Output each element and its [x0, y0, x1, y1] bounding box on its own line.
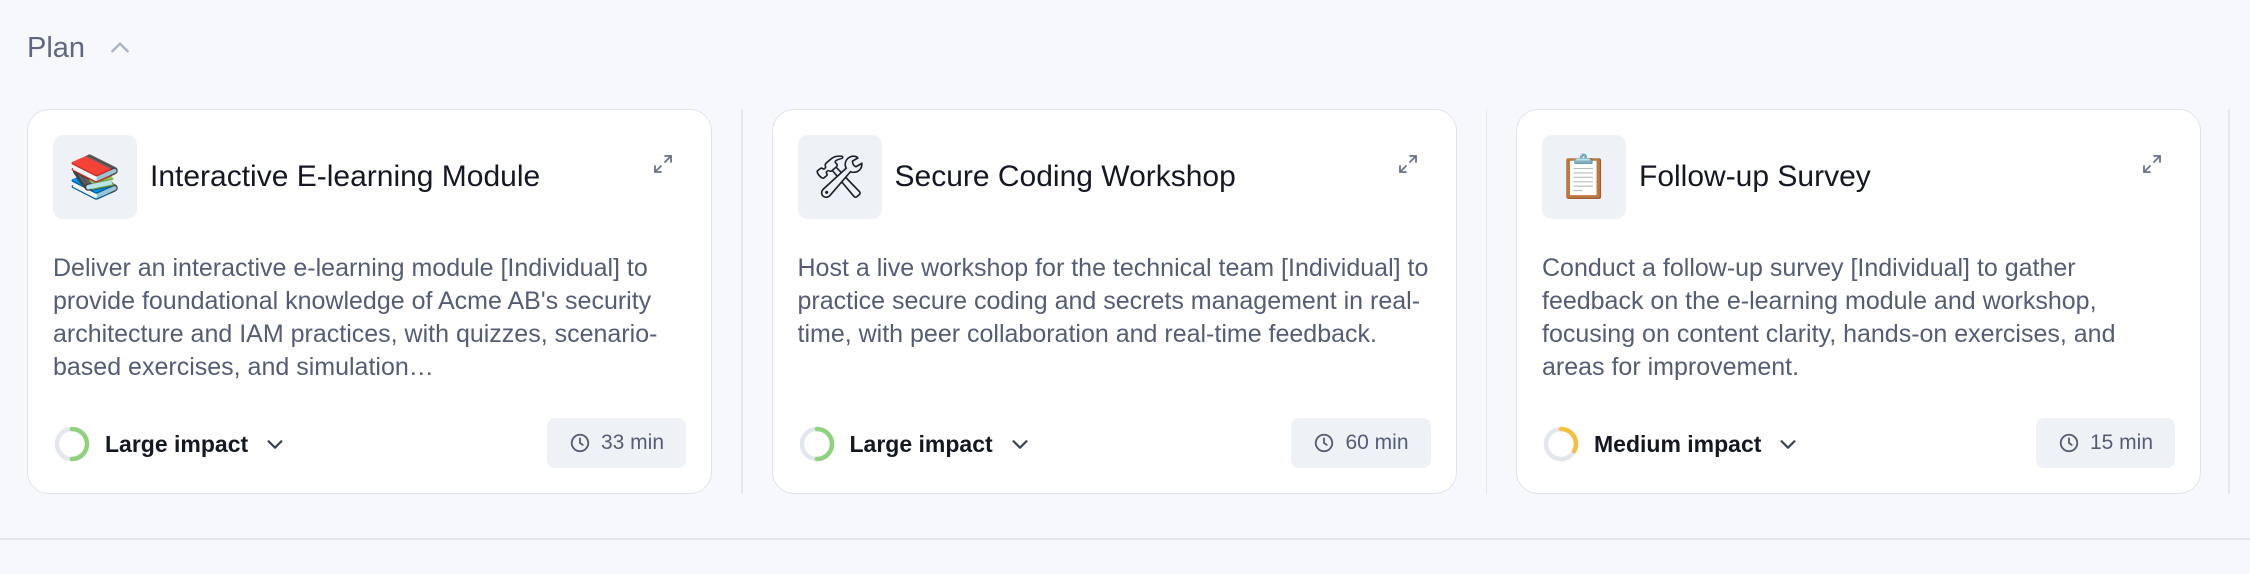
plan-section-header[interactable]: Plan — [27, 28, 133, 68]
card-divider — [2228, 109, 2230, 494]
card-description: Conduct a follow-up survey [Individual] … — [1542, 254, 2116, 381]
duration-label: 33 min — [600, 431, 664, 454]
impact-label: Large impact — [849, 430, 993, 457]
impact-ring-icon — [1543, 426, 1579, 462]
duration-label: 60 min — [1345, 431, 1409, 454]
plan-title: Plan — [27, 31, 86, 64]
expand-icon[interactable] — [1396, 152, 1420, 176]
clock-icon — [570, 433, 590, 453]
clock-icon — [1315, 433, 1334, 453]
card-title: Interactive E-learning Module — [150, 160, 541, 193]
duration-badge: 15 min — [2035, 418, 2175, 468]
hammer-and-wrench-icon: 🛠 — [797, 135, 882, 219]
expand-icon[interactable] — [2140, 152, 2164, 176]
chevron-down-icon — [1780, 440, 1796, 449]
clock-icon — [2059, 433, 2079, 453]
card-title: Follow-up Survey — [1639, 160, 1871, 193]
expand-icon[interactable] — [651, 152, 675, 176]
card-description: Host a live workshop for the technical t… — [797, 254, 1429, 348]
card-description: Deliver an interactive e-learning module… — [53, 254, 658, 381]
section-divider — [0, 538, 2250, 540]
impact-ring-icon — [54, 426, 90, 462]
card-title: Secure Coding Workshop — [894, 160, 1236, 193]
impact-dropdown[interactable]: Large impact — [53, 423, 286, 465]
duration-badge: 60 min — [1291, 418, 1431, 468]
plan-cards: 📚 Interactive E-learning Module Deliver … — [27, 109, 2201, 494]
duration-badge: 33 min — [546, 418, 686, 468]
card-divider — [1485, 109, 1487, 494]
impact-dropdown[interactable]: Medium impact — [1542, 423, 1799, 465]
impact-label: Large impact — [105, 430, 249, 457]
chevron-up-icon[interactable] — [107, 35, 133, 61]
impact-ring-icon — [799, 426, 834, 462]
duration-label: 15 min — [2089, 431, 2153, 454]
plan-page: Plan 📚 Interactive E-learning Module Del… — [0, 0, 2250, 574]
chevron-down-icon — [1012, 440, 1028, 449]
impact-label: Medium impact — [1594, 430, 1762, 457]
impact-dropdown[interactable]: Large impact — [798, 423, 1031, 465]
plan-card-workshop[interactable]: 🛠 Secure Coding Workshop Host a live wor… — [771, 109, 1457, 494]
clipboard-icon: 📋 — [1542, 135, 1626, 219]
books-icon: 📚 — [53, 135, 137, 219]
plan-card-survey[interactable]: 📋 Follow-up Survey Conduct a follow-up s… — [1516, 109, 2201, 494]
plan-card-elearning[interactable]: 📚 Interactive E-learning Module Deliver … — [27, 109, 712, 494]
chevron-down-icon — [267, 440, 283, 449]
card-divider — [741, 109, 743, 494]
